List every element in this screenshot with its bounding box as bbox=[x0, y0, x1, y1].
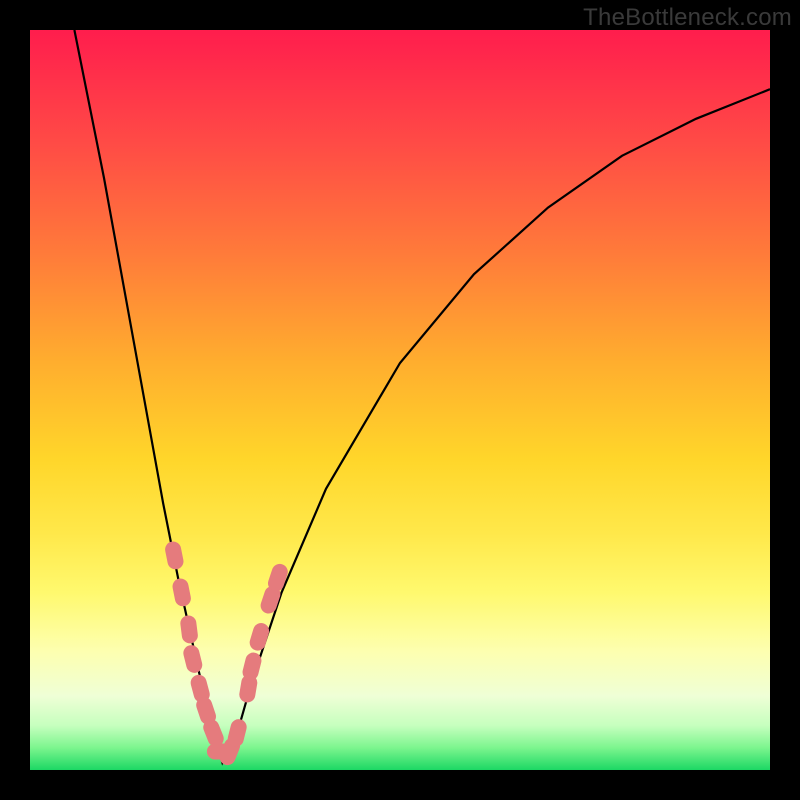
marker-group bbox=[164, 540, 290, 767]
watermark-text: TheBottleneck.com bbox=[583, 4, 792, 32]
marker-point bbox=[248, 621, 271, 652]
plot-area bbox=[30, 30, 770, 770]
curve-svg bbox=[30, 30, 770, 770]
marker-point bbox=[179, 615, 198, 645]
chart-frame: TheBottleneck.com bbox=[0, 0, 800, 800]
marker-point bbox=[164, 540, 185, 571]
bottleneck-curve bbox=[74, 30, 770, 763]
marker-point bbox=[182, 643, 204, 674]
marker-point bbox=[171, 577, 192, 608]
